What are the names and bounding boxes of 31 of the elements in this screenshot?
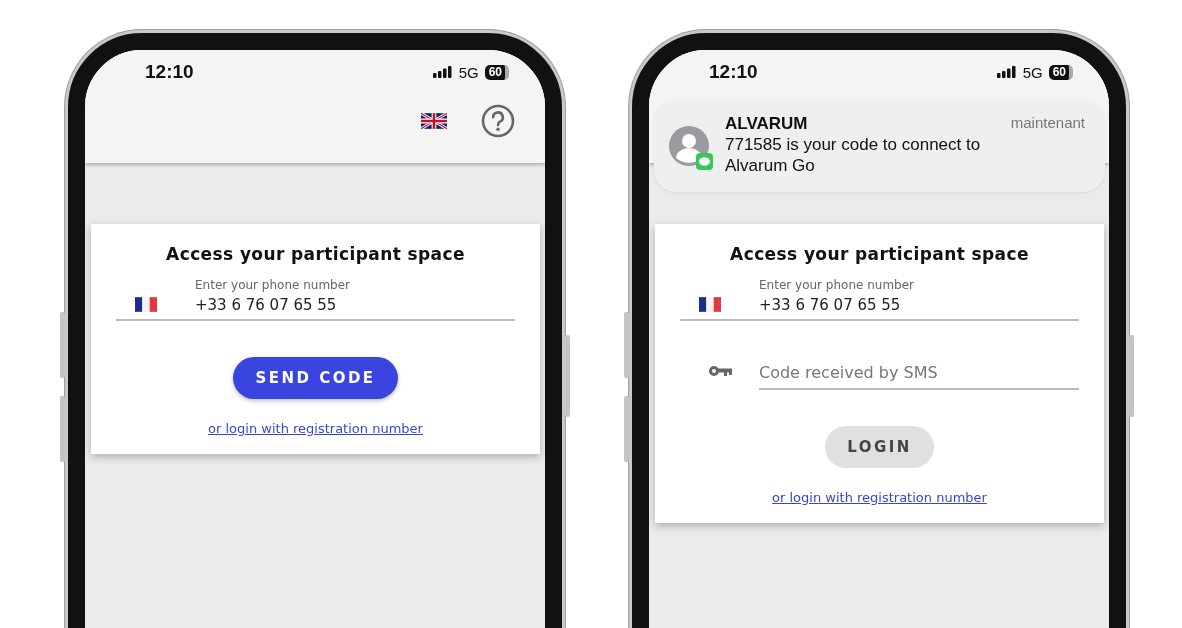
field-label: Enter your phone number bbox=[759, 278, 915, 292]
phone-number-field[interactable]: Enter your phone number +33 6 76 07 65 55 bbox=[195, 278, 351, 319]
status-time: 12:10 bbox=[145, 61, 194, 83]
union-jack-flag-icon[interactable] bbox=[421, 112, 447, 130]
contact-avatar-icon bbox=[669, 126, 713, 170]
notification-time: maintenant bbox=[1010, 114, 1085, 133]
french-flag-icon[interactable] bbox=[135, 297, 157, 312]
network-label: 5G bbox=[458, 63, 479, 81]
phone-number-value: +33 6 76 07 65 55 bbox=[195, 296, 338, 314]
help-icon[interactable] bbox=[481, 104, 515, 138]
network-label: 5G bbox=[1022, 63, 1043, 81]
registration-login-link[interactable]: or login with registration number bbox=[772, 490, 987, 505]
notification-message: 771585 is your code to connect to Alvarum Go bbox=[725, 134, 982, 176]
card-title: Access your participant space bbox=[730, 244, 1029, 264]
phone-number-field[interactable]: Enter your phone number +33 6 76 07 65 55 bbox=[759, 278, 915, 319]
card-title: Access your participant space bbox=[166, 244, 465, 264]
key-icon bbox=[708, 364, 732, 377]
submit-button[interactable]: LOGIN bbox=[825, 426, 934, 468]
field-label: Enter your phone number bbox=[195, 278, 351, 292]
french-flag-icon[interactable] bbox=[699, 297, 721, 312]
status-time: 12:10 bbox=[709, 61, 758, 83]
sms-code-field[interactable]: Code received by SMS bbox=[759, 357, 1079, 390]
signal-icon bbox=[432, 66, 453, 78]
sms-notification[interactable]: ALVARUM maintenant 771585 is your code to connect to Alvarum Go bbox=[654, 100, 1105, 192]
notification-sender: ALVARUM bbox=[725, 114, 808, 134]
battery-indicator: 60 bbox=[484, 64, 509, 80]
submit-button[interactable]: SEND CODE bbox=[233, 357, 398, 399]
phone-number-value: +33 6 76 07 65 55 bbox=[759, 296, 902, 314]
registration-login-link[interactable]: or login with registration number bbox=[208, 421, 423, 436]
signal-icon bbox=[996, 66, 1017, 78]
battery-indicator: 60 bbox=[1048, 64, 1073, 80]
